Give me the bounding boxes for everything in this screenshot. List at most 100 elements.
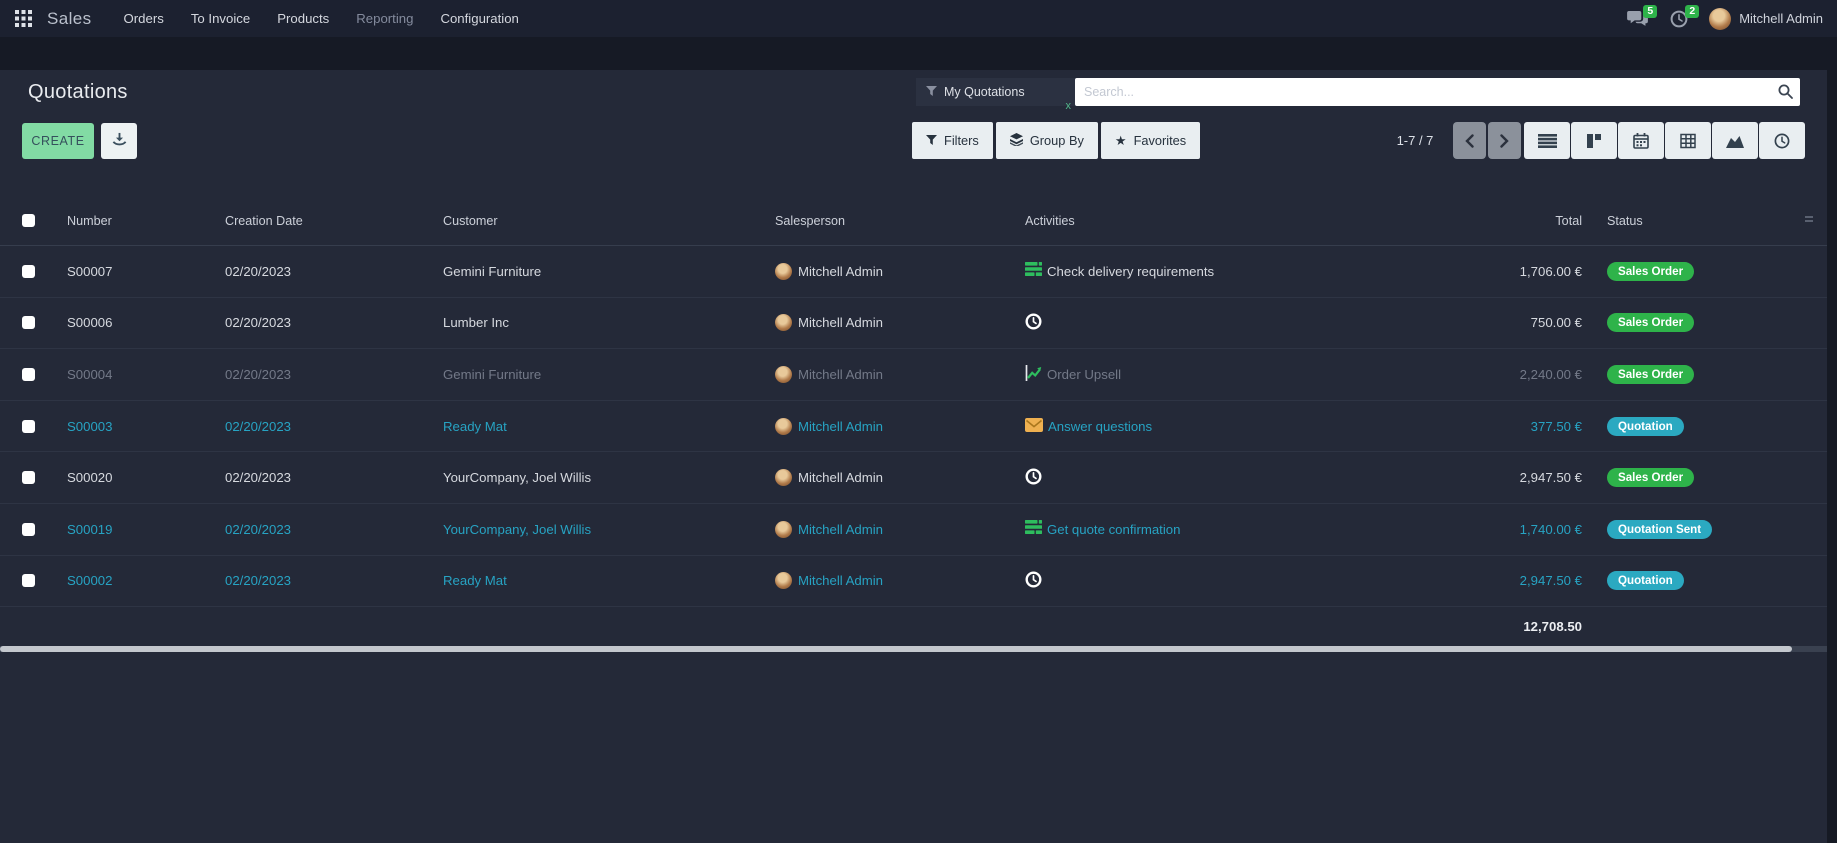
table-row[interactable]: S00004 02/20/2023 Gemini Furniture Mitch… — [0, 349, 1827, 401]
cell-activity[interactable]: Order Upsell — [1047, 367, 1121, 382]
clock-icon[interactable] — [1025, 313, 1042, 333]
control-panel-buttons: Filters Group By ★ Favorites — [912, 122, 1200, 159]
cell-number: S00020 — [67, 470, 225, 485]
content-panel: Quotations CREATE My Quotations x — [0, 70, 1837, 843]
chart-icon[interactable] — [1025, 365, 1042, 384]
download-icon — [112, 132, 127, 150]
cell-salesperson: Mitchell Admin — [798, 573, 883, 588]
activities-clock-icon[interactable]: 2 — [1667, 8, 1691, 30]
tasks-icon[interactable] — [1025, 262, 1042, 280]
activity-view-button[interactable] — [1759, 122, 1805, 159]
menu-configuration[interactable]: Configuration — [440, 11, 518, 26]
row-checkbox[interactable] — [22, 316, 35, 329]
cell-total: 2,947.50 € — [1445, 470, 1590, 485]
cell-activity[interactable]: Check delivery requirements — [1047, 264, 1214, 279]
cell-customer: YourCompany, Joel Willis — [443, 470, 775, 485]
cell-creation-date: 02/20/2023 — [225, 419, 443, 434]
graph-view-button[interactable] — [1712, 122, 1758, 159]
status-badge: Sales Order — [1607, 365, 1694, 384]
header-total[interactable]: Total — [1445, 214, 1590, 228]
pager-next-button[interactable] — [1488, 122, 1521, 159]
quotations-table: Number Creation Date Customer Salesperso… — [0, 196, 1827, 645]
header-customer[interactable]: Customer — [443, 214, 775, 228]
salesperson-avatar — [775, 572, 792, 589]
cell-customer: Lumber Inc — [443, 315, 775, 330]
facet-remove-icon[interactable]: x — [1066, 100, 1072, 112]
cell-activity[interactable]: Get quote confirmation — [1047, 522, 1180, 537]
row-checkbox[interactable] — [22, 420, 35, 433]
select-all-checkbox[interactable] — [22, 214, 35, 227]
menu-products[interactable]: Products — [277, 11, 329, 26]
filter-funnel-icon — [926, 133, 937, 148]
cell-number: S00002 — [67, 573, 225, 588]
clock-icon[interactable] — [1025, 468, 1042, 488]
cell-salesperson: Mitchell Admin — [798, 470, 883, 485]
facet-label: My Quotations — [944, 85, 1025, 99]
menu-reporting[interactable]: Reporting — [356, 11, 413, 26]
tasks-icon[interactable] — [1025, 520, 1042, 538]
calendar-view-button[interactable] — [1618, 122, 1664, 159]
envelope-icon[interactable] — [1025, 418, 1043, 435]
cell-total: 377.50 € — [1445, 419, 1590, 434]
row-checkbox[interactable] — [22, 523, 35, 536]
menu-to-invoice[interactable]: To Invoice — [191, 11, 250, 26]
table-row[interactable]: S00002 02/20/2023 Ready Mat Mitchell Adm… — [0, 556, 1827, 608]
messages-icon[interactable]: 5 — [1625, 8, 1649, 30]
pager-counter: 1-7 / 7 — [1385, 122, 1445, 159]
salesperson-avatar — [775, 521, 792, 538]
star-icon: ★ — [1115, 133, 1127, 149]
list-view-button[interactable] — [1524, 122, 1570, 159]
table-row[interactable]: S00020 02/20/2023 YourCompany, Joel Will… — [0, 452, 1827, 504]
kanban-view-button[interactable] — [1571, 122, 1617, 159]
status-badge: Quotation — [1607, 571, 1684, 590]
cell-creation-date: 02/20/2023 — [225, 522, 443, 537]
row-checkbox[interactable] — [22, 471, 35, 484]
active-filter-facet[interactable]: My Quotations x — [916, 78, 1075, 106]
row-checkbox[interactable] — [22, 265, 35, 278]
funnel-icon — [926, 83, 937, 101]
table-row[interactable]: S00006 02/20/2023 Lumber Inc Mitchell Ad… — [0, 298, 1827, 350]
cell-creation-date: 02/20/2023 — [225, 264, 443, 279]
top-navbar: Sales Orders To Invoice Products Reporti… — [0, 0, 1837, 37]
favorites-button[interactable]: ★ Favorites — [1101, 122, 1200, 159]
cell-number: S00019 — [67, 522, 225, 537]
table-row[interactable]: S00003 02/20/2023 Ready Mat Mitchell Adm… — [0, 401, 1827, 453]
header-creation-date[interactable]: Creation Date — [225, 214, 443, 228]
pager-previous-button[interactable] — [1453, 122, 1486, 159]
user-menu[interactable]: Mitchell Admin — [1709, 8, 1823, 30]
pivot-view-button[interactable] — [1665, 122, 1711, 159]
cell-creation-date: 02/20/2023 — [225, 573, 443, 588]
cell-total: 2,240.00 € — [1445, 367, 1590, 382]
cell-number: S00007 — [67, 264, 225, 279]
app-name[interactable]: Sales — [47, 9, 92, 29]
menu-orders[interactable]: Orders — [124, 11, 164, 26]
search-bar: My Quotations x — [916, 78, 1800, 106]
cell-total: 2,947.50 € — [1445, 573, 1590, 588]
table-row[interactable]: S00007 02/20/2023 Gemini Furniture Mitch… — [0, 246, 1827, 298]
row-checkbox[interactable] — [22, 368, 35, 381]
status-badge: Quotation — [1607, 417, 1684, 436]
cell-customer: Gemini Furniture — [443, 367, 775, 382]
create-button[interactable]: CREATE — [22, 123, 94, 159]
header-salesperson[interactable]: Salesperson — [775, 214, 1025, 228]
clock-icon[interactable] — [1025, 571, 1042, 591]
header-status[interactable]: Status — [1590, 214, 1827, 228]
table-row[interactable]: S00019 02/20/2023 YourCompany, Joel Will… — [0, 504, 1827, 556]
apps-menu-icon[interactable] — [14, 10, 32, 28]
group-by-button[interactable]: Group By — [996, 122, 1098, 159]
cell-salesperson: Mitchell Admin — [798, 419, 883, 434]
horizontal-scrollbar-thumb[interactable] — [0, 646, 1792, 652]
salesperson-avatar — [775, 366, 792, 383]
cell-salesperson: Mitchell Admin — [798, 367, 883, 382]
horizontal-scrollbar-track — [0, 646, 1827, 652]
cell-salesperson: Mitchell Admin — [798, 315, 883, 330]
cell-activity[interactable]: Answer questions — [1048, 419, 1152, 434]
filters-button[interactable]: Filters — [912, 122, 993, 159]
header-number[interactable]: Number — [67, 214, 225, 228]
search-input[interactable] — [1075, 78, 1800, 106]
export-button[interactable] — [101, 123, 137, 159]
search-icon[interactable] — [1778, 84, 1793, 104]
header-activities[interactable]: Activities — [1025, 214, 1445, 228]
row-checkbox[interactable] — [22, 574, 35, 587]
optional-columns-icon[interactable] — [1805, 216, 1813, 222]
